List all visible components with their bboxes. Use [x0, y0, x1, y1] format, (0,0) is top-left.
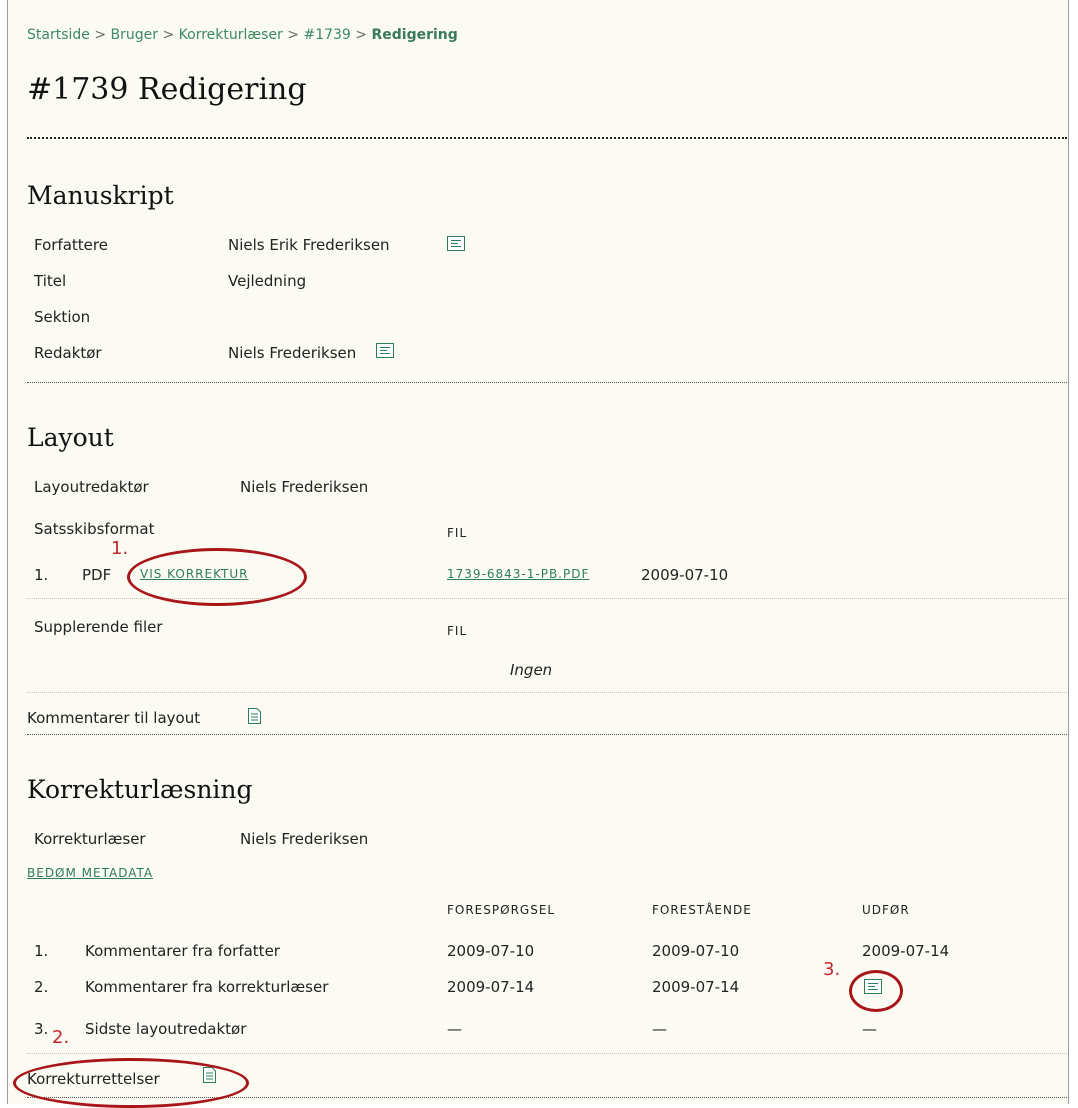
authors-label: Forfattere [34, 236, 108, 254]
review-metadata-link[interactable]: BEDØM METADATA [27, 866, 153, 880]
galley-number: 1. [34, 566, 49, 584]
editor-label: Redaktør [34, 344, 102, 362]
document-icon[interactable] [248, 708, 261, 724]
layout-divider [27, 734, 1067, 735]
breadcrumb: Startside > Bruger > Korrekturlæser > #1… [27, 27, 458, 43]
email-icon[interactable] [376, 343, 394, 358]
proofreader-name: Niels Frederiksen [240, 830, 369, 848]
breadcrumb-current: Redigering [371, 27, 458, 43]
annotation-3: 3. [823, 959, 841, 980]
proof-row-label: Kommentarer fra korrekturlæser [85, 978, 329, 996]
section-heading-manuscript: Manuskript [27, 181, 174, 210]
proof-row-complete: — [862, 1020, 877, 1038]
breadcrumb-proofreader[interactable]: Korrekturlæser [179, 27, 283, 43]
breadcrumb-home[interactable]: Startside [27, 27, 90, 43]
galley-file-date: 2009-07-10 [641, 566, 729, 584]
proof-row-underway: 2009-07-10 [652, 942, 740, 960]
annotation-oval-2 [13, 1058, 249, 1108]
supp-file-column-header: FIL [447, 624, 468, 638]
supplementary-files-label: Supplerende filer [34, 618, 163, 636]
layout-comments-link[interactable]: Kommentarer til layout [27, 709, 200, 727]
section-heading-layout: Layout [27, 423, 114, 452]
proof-row-num: 2. [34, 978, 49, 996]
proofreader-label: Korrekturlæser [34, 830, 146, 848]
proof-table-divider [27, 1053, 1067, 1054]
annotation-1: 1. [111, 538, 129, 559]
column-request: FORESPØRGSEL [447, 903, 556, 917]
galley-label: Satsskibsformat [34, 520, 155, 538]
annotation-2: 2. [52, 1027, 70, 1048]
proof-row-complete: 2009-07-14 [862, 942, 950, 960]
title-label: Titel [34, 272, 67, 290]
title-divider [27, 137, 1067, 139]
proof-row-request: 2009-07-10 [447, 942, 535, 960]
galley-file-link[interactable]: 1739-6843-1-PB.PDF [447, 567, 589, 581]
column-underway: FORESTÅENDE [652, 903, 752, 917]
proof-row-num: 3. [34, 1020, 49, 1038]
title-value: Vejledning [228, 272, 307, 290]
column-complete: UDFØR [862, 903, 910, 917]
proof-row-request: — [447, 1020, 462, 1038]
supp-none: Ingen [510, 661, 553, 679]
proof-row-label: Sidste layoutredaktør [85, 1020, 247, 1038]
section-label: Sektion [34, 308, 91, 326]
breadcrumb-user[interactable]: Bruger [111, 27, 159, 43]
galley-type: PDF [82, 566, 112, 584]
proof-row-label: Kommentarer fra forfatter [85, 942, 280, 960]
email-icon[interactable] [447, 236, 465, 251]
proof-row-num: 1. [34, 942, 49, 960]
file-column-header: FIL [447, 526, 468, 540]
authors-value: Niels Erik Frederiksen [228, 236, 390, 254]
manuscript-divider [27, 382, 1067, 383]
editor-value: Niels Frederiksen [228, 344, 357, 362]
breadcrumb-submission[interactable]: #1739 [303, 27, 350, 43]
layout-editor-label: Layoutredaktør [34, 478, 149, 496]
layout-editor-name: Niels Frederiksen [240, 478, 369, 496]
supp-divider [27, 692, 1067, 693]
proof-row-request: 2009-07-14 [447, 978, 535, 996]
proof-row-underway: — [652, 1020, 667, 1038]
page-title: #1739 Redigering [27, 72, 307, 107]
proof-row-underway: 2009-07-14 [652, 978, 740, 996]
annotation-oval-1 [127, 548, 307, 606]
annotation-oval-3 [849, 970, 903, 1012]
section-heading-proofreading: Korrekturlæsning [27, 775, 253, 804]
